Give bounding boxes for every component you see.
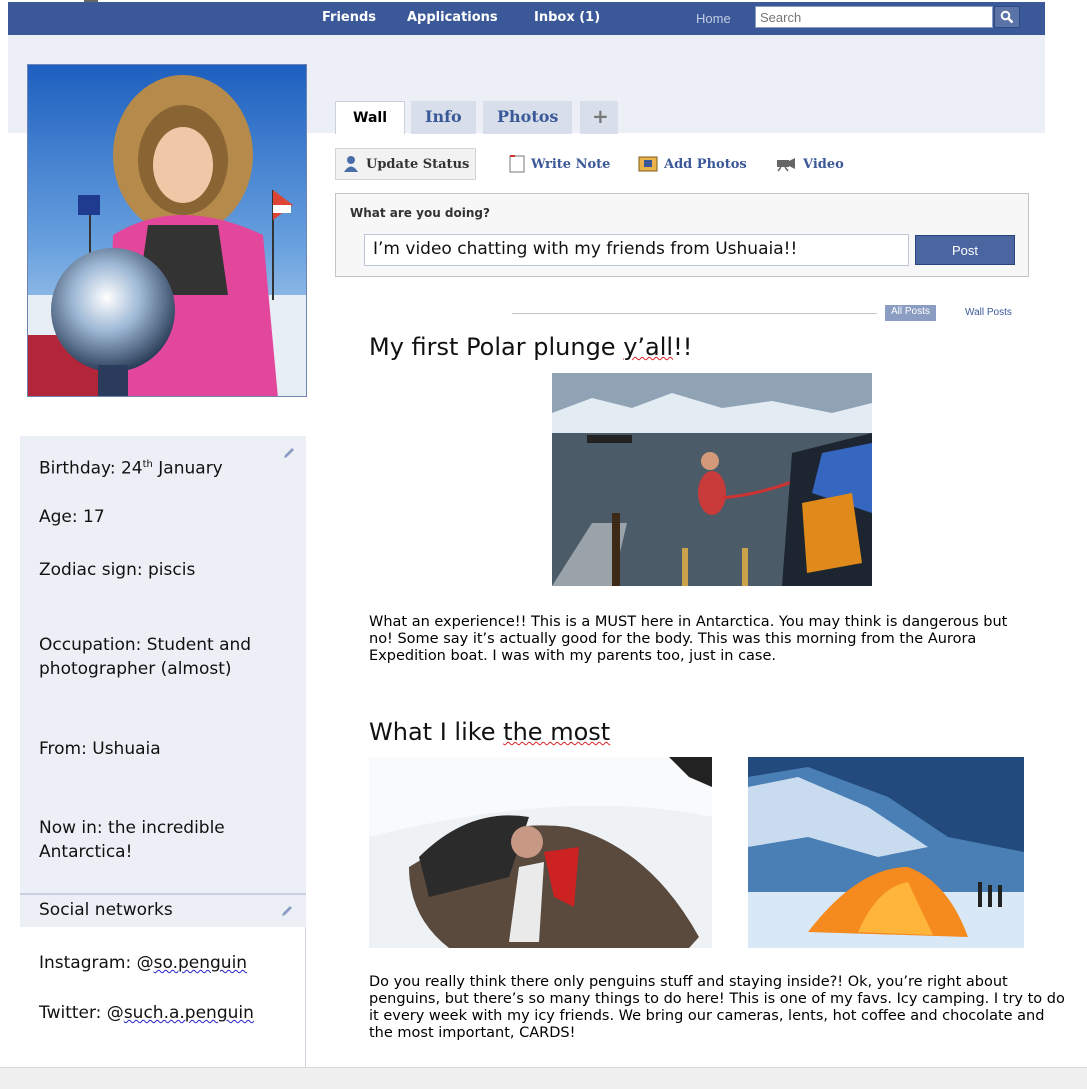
twitter-handle[interactable]: such.a.penguin	[124, 1003, 254, 1023]
video-label: Video	[803, 156, 844, 172]
icy-camping-image	[748, 757, 1024, 948]
person-icon	[344, 156, 358, 172]
add-photos-label: Add Photos	[664, 156, 747, 172]
post-title: My first Polar plunge y’all!!	[369, 333, 692, 361]
post-title-misspelled: y’all	[623, 333, 674, 361]
search-button[interactable]	[994, 6, 1020, 28]
hometown-text: From: Ushuaia	[39, 739, 161, 759]
nav-applications-link[interactable]: Applications	[407, 10, 498, 25]
age-text: Age: 17	[39, 507, 105, 527]
status-composer: What are you doing? I’m video chatting w…	[335, 193, 1029, 277]
tab-info[interactable]: Info	[411, 101, 476, 134]
instagram-handle[interactable]: so.penguin	[154, 953, 247, 973]
profile-photo[interactable]	[27, 64, 307, 397]
birthday-month: January	[152, 458, 223, 479]
instagram-text: Instagram: @so.penguin	[39, 951, 247, 975]
tab-add[interactable]: +	[580, 101, 618, 134]
nav-friends-link[interactable]: Friends	[322, 10, 376, 25]
post-title-text: My first Polar plunge	[369, 333, 624, 361]
tab-wall[interactable]: Wall	[335, 101, 405, 134]
update-status-label: Update Status	[366, 156, 470, 172]
status-input[interactable]: I’m video chatting with my friends from …	[364, 234, 909, 266]
post-button[interactable]: Post	[915, 235, 1015, 265]
birthday-suffix: th	[142, 459, 153, 470]
photo-icon	[638, 156, 658, 172]
add-photos-button[interactable]: Add Photos	[638, 150, 747, 178]
pencil-icon[interactable]	[282, 446, 296, 460]
video-button[interactable]: Video	[775, 150, 844, 178]
social-networks-header: Social networks	[20, 893, 306, 927]
social-networks-panel	[20, 927, 306, 1067]
post-title-2-misspelled: the most	[503, 718, 611, 746]
twitter-text: Twitter: @such.a.penguin	[39, 1001, 254, 1025]
post-title-2-text: What I like	[369, 718, 504, 746]
sleeping-bag-image	[369, 757, 712, 948]
social-networks-title: Social networks	[39, 900, 173, 920]
post-body: What an experience!! This is a MUST here…	[369, 614, 1008, 664]
tab-photos[interactable]: Photos	[483, 101, 573, 134]
top-nav-bar: Friends Applications Inbox (1) Home	[8, 2, 1045, 35]
filter-divider	[512, 313, 877, 314]
icy-camping-photo[interactable]	[748, 757, 1024, 948]
filter-wall-posts[interactable]: Wall Posts	[965, 307, 1012, 318]
note-icon	[509, 155, 525, 173]
write-note-button[interactable]: Write Note	[509, 150, 610, 178]
sleeping-bag-photo[interactable]	[369, 757, 712, 948]
update-status-button[interactable]: Update Status	[335, 148, 477, 180]
search-icon	[1000, 10, 1014, 24]
post-title-2: What I like the most	[369, 718, 610, 746]
video-camera-icon	[777, 158, 795, 172]
birthday-day: Birthday: 24	[39, 458, 143, 479]
polar-plunge-image	[552, 373, 872, 586]
pencil-icon[interactable]	[280, 904, 294, 918]
birthday-text: Birthday: 24th January	[39, 453, 223, 481]
polar-plunge-photo[interactable]	[552, 373, 872, 586]
twitter-label: Twitter: @	[39, 1003, 124, 1023]
profile-photo-image	[28, 65, 306, 396]
bottom-bar	[0, 1067, 1087, 1089]
search-input[interactable]	[755, 6, 993, 28]
status-question: What are you doing?	[350, 206, 490, 220]
current-location-text: Now in: the incredible Antarctica!	[39, 818, 225, 862]
post-title-end: !!	[673, 333, 693, 361]
nav-inbox-link[interactable]: Inbox (1)	[534, 10, 600, 25]
nav-home-link[interactable]: Home	[696, 11, 731, 26]
zodiac-text: Zodiac sign: piscis	[39, 560, 196, 580]
post-body-2: Do you really think there only penguins …	[369, 974, 1065, 1041]
write-note-label: Write Note	[531, 156, 611, 172]
occupation-text: Occupation: Student and photographer (al…	[39, 635, 252, 679]
filter-all-posts[interactable]: All Posts	[885, 305, 936, 321]
instagram-label: Instagram: @	[39, 953, 154, 973]
